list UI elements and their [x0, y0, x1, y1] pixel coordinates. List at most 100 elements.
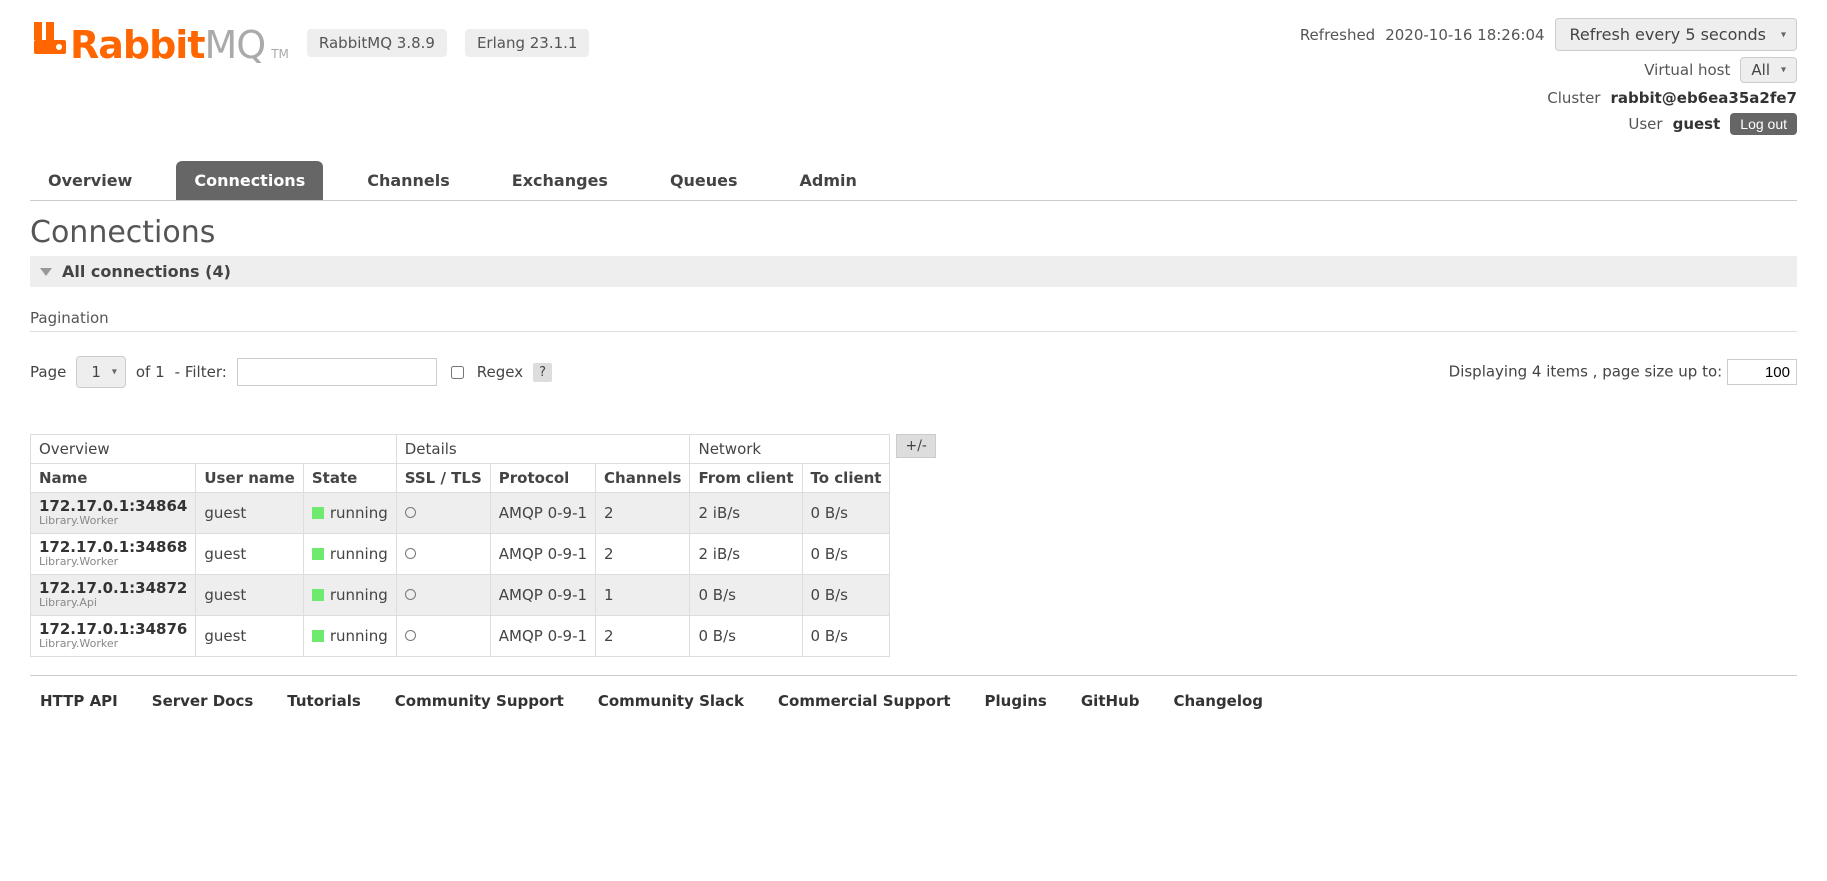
pagination-left: Page 1 ▾ of 1 - Filter: Regex ? — [30, 356, 552, 388]
cell-to: 0 B/s — [802, 574, 890, 615]
status-running-icon — [312, 507, 324, 519]
logo-tm: TM — [271, 47, 289, 61]
col-name[interactable]: Name — [31, 464, 196, 493]
cell-to: 0 B/s — [802, 533, 890, 574]
user-value: guest — [1673, 115, 1721, 133]
refresh-interval-value: Refresh every 5 seconds — [1570, 25, 1766, 44]
circle-icon — [405, 630, 416, 641]
cell-ssl — [396, 493, 490, 534]
cell-user: guest — [196, 615, 304, 656]
col-to[interactable]: To client — [802, 464, 890, 493]
tab-admin[interactable]: Admin — [782, 161, 875, 200]
vhost-label: Virtual host — [1644, 61, 1730, 79]
rabbitmq-icon — [30, 18, 70, 58]
status-running-icon — [312, 548, 324, 560]
section-title: All connections (4) — [62, 262, 231, 281]
cell-user: guest — [196, 574, 304, 615]
cluster-label: Cluster — [1547, 89, 1600, 107]
circle-icon — [405, 589, 416, 600]
tab-channels[interactable]: Channels — [349, 161, 468, 200]
pagination-bar: Page 1 ▾ of 1 - Filter: Regex ? Displayi… — [30, 356, 1797, 388]
cell-state: running — [303, 493, 396, 534]
col-from[interactable]: From client — [690, 464, 802, 493]
page-of: of 1 — [136, 363, 165, 381]
chevron-down-icon: ▾ — [1781, 65, 1786, 76]
footer-plugins[interactable]: Plugins — [985, 692, 1047, 710]
footer-community-slack[interactable]: Community Slack — [598, 692, 744, 710]
page-size-input[interactable] — [1727, 359, 1797, 385]
cell-channels: 2 — [596, 493, 690, 534]
cell-from: 0 B/s — [690, 574, 802, 615]
cell-protocol: AMQP 0-9-1 — [490, 615, 595, 656]
refreshed-label: Refreshed — [1300, 26, 1375, 44]
refreshed-timestamp: 2020-10-16 18:26:04 — [1385, 26, 1544, 44]
col-group-details: Details — [396, 435, 690, 464]
columns-toggle-button[interactable]: +/- — [896, 434, 936, 458]
circle-icon — [405, 548, 416, 559]
cell-from: 2 iB/s — [690, 493, 802, 534]
cell-to: 0 B/s — [802, 493, 890, 534]
chevron-down-icon: ▾ — [112, 367, 117, 378]
section-all-connections[interactable]: All connections (4) — [30, 256, 1797, 287]
regex-checkbox[interactable] — [451, 366, 464, 379]
table-row[interactable]: 172.17.0.1:34872Library.Apiguestrunning A… — [31, 574, 890, 615]
refresh-interval-select[interactable]: Refresh every 5 seconds ▾ — [1555, 18, 1797, 51]
regex-help[interactable]: ? — [533, 363, 552, 382]
regex-label: Regex — [477, 363, 523, 381]
logo-part2: MQ — [205, 23, 266, 67]
table-row[interactable]: 172.17.0.1:34876Library.Workerguestrunni… — [31, 615, 890, 656]
main-tabs: Overview Connections Channels Exchanges … — [30, 161, 1797, 201]
tab-overview[interactable]: Overview — [30, 161, 150, 200]
cell-name[interactable]: 172.17.0.1:34872Library.Api — [31, 574, 196, 615]
cell-channels: 2 — [596, 533, 690, 574]
cell-name[interactable]: 172.17.0.1:34876Library.Worker — [31, 615, 196, 656]
status-running-icon — [312, 589, 324, 601]
footer-tutorials[interactable]: Tutorials — [287, 692, 360, 710]
footer-commercial-support[interactable]: Commercial Support — [778, 692, 951, 710]
triangle-down-icon — [40, 268, 52, 276]
col-group-overview: Overview — [31, 435, 397, 464]
logout-button[interactable]: Log out — [1730, 113, 1797, 135]
col-protocol[interactable]: Protocol — [490, 464, 595, 493]
cell-protocol: AMQP 0-9-1 — [490, 574, 595, 615]
col-channels[interactable]: Channels — [596, 464, 690, 493]
filter-label: - Filter: — [175, 363, 227, 381]
circle-icon — [405, 507, 416, 518]
col-state[interactable]: State — [303, 464, 396, 493]
table-row[interactable]: 172.17.0.1:34868Library.Workerguestrunni… — [31, 533, 890, 574]
display-count-text: Displaying 4 items , page size up to: — [1449, 363, 1723, 381]
footer-github[interactable]: GitHub — [1081, 692, 1140, 710]
cell-protocol: AMQP 0-9-1 — [490, 533, 595, 574]
cluster-value: rabbit@eb6ea35a2fe7 — [1610, 89, 1797, 107]
cell-name[interactable]: 172.17.0.1:34864Library.Worker — [31, 493, 196, 534]
footer-changelog[interactable]: Changelog — [1173, 692, 1263, 710]
vhost-value: All — [1751, 61, 1770, 79]
table-row[interactable]: 172.17.0.1:34864Library.Workerguestrunni… — [31, 493, 890, 534]
cell-name[interactable]: 172.17.0.1:34868Library.Worker — [31, 533, 196, 574]
logo[interactable]: RabbitMQ TM — [30, 18, 289, 67]
cell-channels: 2 — [596, 615, 690, 656]
pagination-heading: Pagination — [30, 309, 1797, 332]
cell-user: guest — [196, 533, 304, 574]
tab-queues[interactable]: Queues — [652, 161, 756, 200]
tab-connections[interactable]: Connections — [176, 161, 323, 200]
cell-channels: 1 — [596, 574, 690, 615]
cell-state: running — [303, 574, 396, 615]
header-right: Refreshed 2020-10-16 18:26:04 Refresh ev… — [1300, 18, 1797, 141]
logo-part1: Rabbit — [70, 23, 205, 67]
footer-http-api[interactable]: HTTP API — [40, 692, 118, 710]
header-left: RabbitMQ TM RabbitMQ 3.8.9 Erlang 23.1.1 — [30, 18, 589, 67]
col-user[interactable]: User name — [196, 464, 304, 493]
col-ssl[interactable]: SSL / TLS — [396, 464, 490, 493]
footer-community-support[interactable]: Community Support — [395, 692, 564, 710]
chevron-down-icon: ▾ — [1781, 29, 1786, 40]
cell-ssl — [396, 574, 490, 615]
footer-links: HTTP API Server Docs Tutorials Community… — [30, 675, 1797, 750]
tab-exchanges[interactable]: Exchanges — [494, 161, 626, 200]
col-group-network: Network — [690, 435, 890, 464]
cell-protocol: AMQP 0-9-1 — [490, 493, 595, 534]
footer-server-docs[interactable]: Server Docs — [152, 692, 254, 710]
vhost-select[interactable]: All ▾ — [1740, 57, 1797, 83]
page-select[interactable]: 1 ▾ — [76, 356, 126, 388]
filter-input[interactable] — [237, 358, 437, 386]
